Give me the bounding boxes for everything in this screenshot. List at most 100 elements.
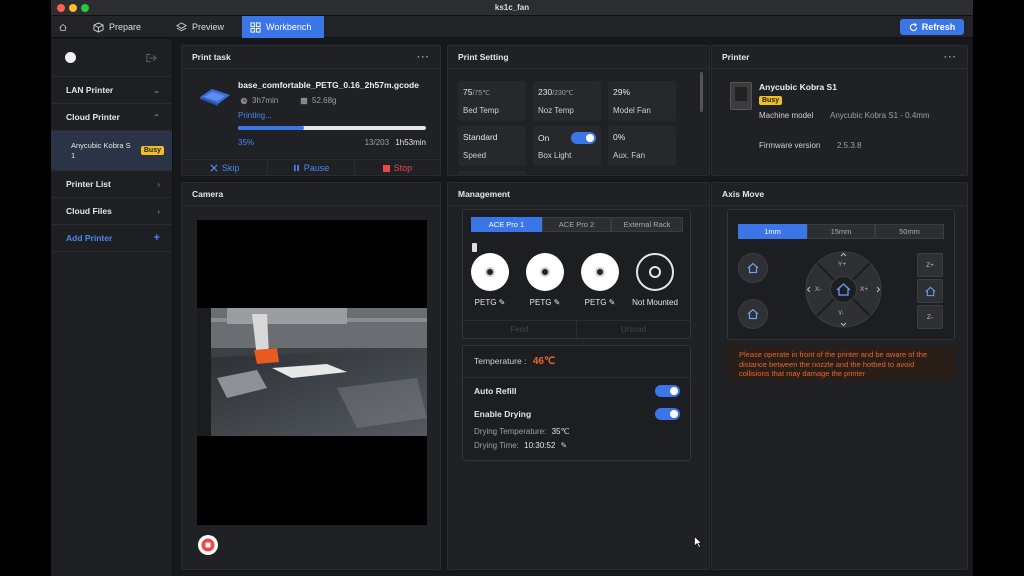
edit-icon[interactable]: ✎ [561, 441, 568, 450]
noz-temp-target: /230℃ [552, 90, 574, 97]
spool-1-material: PETG [474, 298, 497, 307]
step-1mm[interactable]: 1mm [738, 224, 807, 239]
speed-label: Speed [463, 151, 487, 160]
spool-3-material: PETG [584, 298, 607, 307]
auto-refill-label: Auto Refill [474, 386, 517, 396]
z-home-button[interactable] [917, 279, 943, 303]
logout-icon[interactable] [146, 53, 157, 63]
stop-label: Stop [393, 163, 413, 173]
sidebar-item-printer-list[interactable]: Printer List › [51, 171, 172, 198]
z-plus-button[interactable]: Z+ [917, 253, 943, 277]
layers-icon [176, 21, 187, 31]
tab-preview[interactable]: Preview [168, 16, 232, 38]
spool-2-label: PETG ✎ [515, 298, 575, 307]
bed-temp-tile[interactable]: 75/75℃ Bed Temp [458, 81, 526, 121]
top-tab-bar: Prepare Preview Workbench Refresh [51, 16, 973, 38]
drying-time-label: Drying Time: [474, 441, 519, 450]
skip-label: Skip [221, 163, 240, 173]
sidebar-item-cloud-files[interactable]: Cloud Files › [51, 198, 172, 225]
enable-drying-label: Enable Drying [474, 409, 532, 419]
record-button[interactable] [198, 535, 218, 555]
sidebar-item-label: Add Printer [66, 233, 113, 243]
skip-icon [210, 164, 218, 172]
z-minus-button[interactable]: Z- [917, 305, 943, 329]
home-xy-button[interactable] [738, 253, 768, 283]
step-50mm[interactable]: 50mm [875, 224, 944, 239]
print-weight: 52.68g [312, 96, 337, 105]
auto-refill-toggle[interactable] [655, 385, 680, 397]
z-plus-label: Z+ [926, 261, 934, 269]
spool-3[interactable] [581, 253, 619, 291]
home-icon [925, 286, 935, 296]
management-panel: Management ACE Pro 1 ACE Pro 2 External … [447, 182, 710, 570]
step-15mm[interactable]: 15mm [807, 224, 875, 239]
box-light-tile: On Box Light [533, 126, 601, 166]
box-light-reading: On [538, 132, 596, 144]
noz-temp-label: Noz Temp [538, 106, 574, 115]
unload-button[interactable]: Unload [577, 321, 690, 338]
spool-2-material: PETG [529, 298, 552, 307]
pause-button[interactable]: Pause [268, 160, 355, 176]
printer-header: Printer ··· [712, 46, 967, 69]
drying-temp-label: Drying Temperature: [474, 427, 547, 436]
tab-workbench[interactable]: Workbench [242, 16, 324, 38]
speed-tile[interactable]: Standard Speed [458, 126, 526, 166]
chevron-up-icon: ⌃ [153, 112, 160, 122]
spool-2[interactable] [526, 253, 564, 291]
box-light-value: On [538, 133, 550, 143]
drying-box: Temperature : 46℃ Auto Refill Enable Dry… [462, 345, 691, 461]
feed-button[interactable]: Feed [463, 321, 577, 338]
enable-drying-toggle[interactable] [655, 408, 680, 420]
tab-home[interactable] [51, 16, 75, 38]
tab-prepare[interactable]: Prepare [85, 16, 149, 38]
more-icon[interactable]: ··· [417, 52, 430, 63]
avatar[interactable] [65, 52, 76, 63]
drying-time-value: 10:30:52 [524, 441, 556, 450]
scrollbar[interactable] [700, 72, 703, 112]
model-fan-tile[interactable]: 29% Model Fan [608, 81, 676, 121]
sidebar-item-lan-printer[interactable]: LAN Printer ⌄ [51, 77, 172, 104]
aux-fan-label: Aux. Fan [613, 151, 646, 160]
sidebar-item-label: Printer List [66, 179, 111, 189]
stop-button[interactable]: Stop [355, 160, 440, 176]
spool-4-label: Not Mounted [632, 298, 678, 307]
home-icon [747, 262, 759, 274]
gcode-filename: base_comfortable_PETG_0.16_2h57m.gcode [238, 80, 419, 90]
axis-control-box: 1mm 15mm 50mm Y+ Y- X- X+ Z+ Z- [727, 209, 955, 340]
panel-title: Management [458, 189, 510, 199]
tab-ace-pro-2[interactable]: ACE Pro 2 [542, 217, 611, 232]
home-icon [59, 23, 67, 31]
skip-button[interactable]: Skip [182, 160, 269, 176]
camera-feed [197, 220, 427, 525]
sidebar-item-cloud-printer[interactable]: Cloud Printer ⌃ [51, 104, 172, 131]
drying-time: Drying Time: 10:30:52 ✎ [474, 441, 567, 450]
bed-temp-reading: 75/75℃ [463, 87, 521, 97]
refresh-button[interactable]: Refresh [900, 19, 964, 35]
print-duration: 3h7min [252, 96, 279, 105]
edit-icon[interactable]: ✎ [609, 298, 616, 307]
sidebar-item-label: LAN Printer [66, 85, 114, 95]
tab-ace-pro-1[interactable]: ACE Pro 1 [471, 217, 542, 232]
spool-weight-icon [300, 97, 308, 104]
edit-icon[interactable]: ✎ [499, 298, 506, 307]
tab-external-rack[interactable]: External Rack [611, 217, 683, 232]
time-remaining: 1h53min [395, 138, 426, 147]
more-icon[interactable]: ··· [944, 52, 957, 63]
home-z-button[interactable] [738, 299, 768, 329]
edit-icon[interactable]: ✎ [554, 298, 561, 307]
pause-icon [293, 164, 299, 172]
box-light-toggle[interactable] [571, 132, 596, 144]
sidebar-printer-entry[interactable]: Anycubic Kobra S 1 Busy [51, 131, 172, 171]
tab-prepare-label: Prepare [109, 22, 142, 32]
printer-name: Anycubic Kobra S1 [759, 82, 837, 92]
aux-fan-value: 0% [613, 132, 626, 142]
model-fan-value: 29% [613, 87, 631, 97]
noz-temp-tile[interactable]: 230/230℃ Noz Temp [533, 81, 601, 121]
sidebar-item-add-printer[interactable]: Add Printer + [51, 225, 172, 252]
spool-1[interactable] [471, 253, 509, 291]
aux-fan-tile[interactable]: 0% Aux. Fan [608, 126, 676, 166]
x-minus-label: X- [815, 286, 822, 293]
panel-title: Print task [192, 52, 231, 62]
spool-4-empty[interactable] [636, 253, 674, 291]
print-controls: Skip Pause Stop [182, 159, 440, 176]
